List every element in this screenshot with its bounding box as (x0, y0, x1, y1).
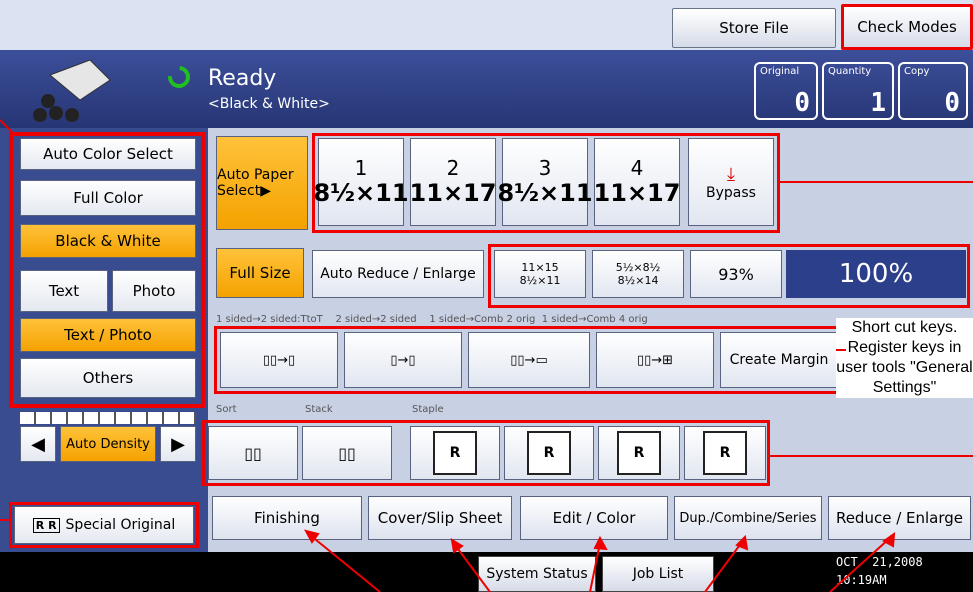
annotation-arrows (0, 119, 973, 592)
